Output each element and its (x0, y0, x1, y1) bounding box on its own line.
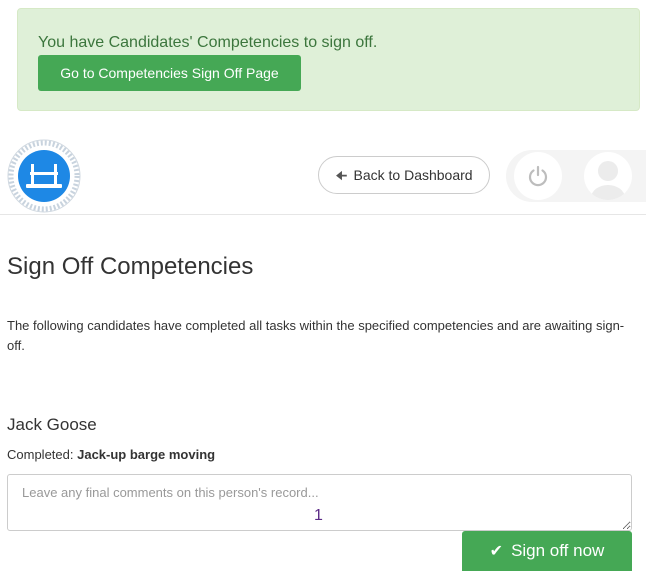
back-to-dashboard-label: Back to Dashboard (353, 167, 473, 183)
back-to-dashboard-button[interactable]: 🠈 Back to Dashboard (318, 156, 490, 194)
check-icon: ✔ (489, 543, 504, 560)
sign-off-label: Sign off now (511, 541, 605, 560)
header-divider (0, 214, 646, 215)
intro-text: The following candidates have completed … (7, 318, 625, 353)
organization-logo[interactable] (6, 138, 82, 214)
sign-off-now-button[interactable]: ✔ Sign off now (462, 531, 632, 571)
user-avatar-icon (591, 161, 625, 200)
completed-competency: Completed: Jack-up barge moving (7, 447, 215, 462)
annotation-marker: 1 (314, 507, 323, 524)
alert-message: You have Candidates' Competencies to sig… (38, 34, 378, 51)
power-button[interactable] (514, 152, 562, 200)
competency-name: Jack-up barge moving (77, 447, 216, 462)
signoff-alert: You have Candidates' Competencies to sig… (17, 8, 640, 111)
completed-label: Completed: (7, 447, 74, 462)
page-title: Sign Off Competencies (7, 253, 254, 280)
logo-icon (7, 139, 81, 213)
go-to-signoff-page-button[interactable]: Go to Competencies Sign Off Page (38, 55, 301, 91)
user-controls (506, 150, 646, 202)
power-icon (528, 165, 548, 187)
arrow-left-icon: 🠈 (335, 168, 348, 183)
candidate-name: Jack Goose (7, 415, 97, 434)
user-avatar[interactable] (584, 152, 632, 200)
